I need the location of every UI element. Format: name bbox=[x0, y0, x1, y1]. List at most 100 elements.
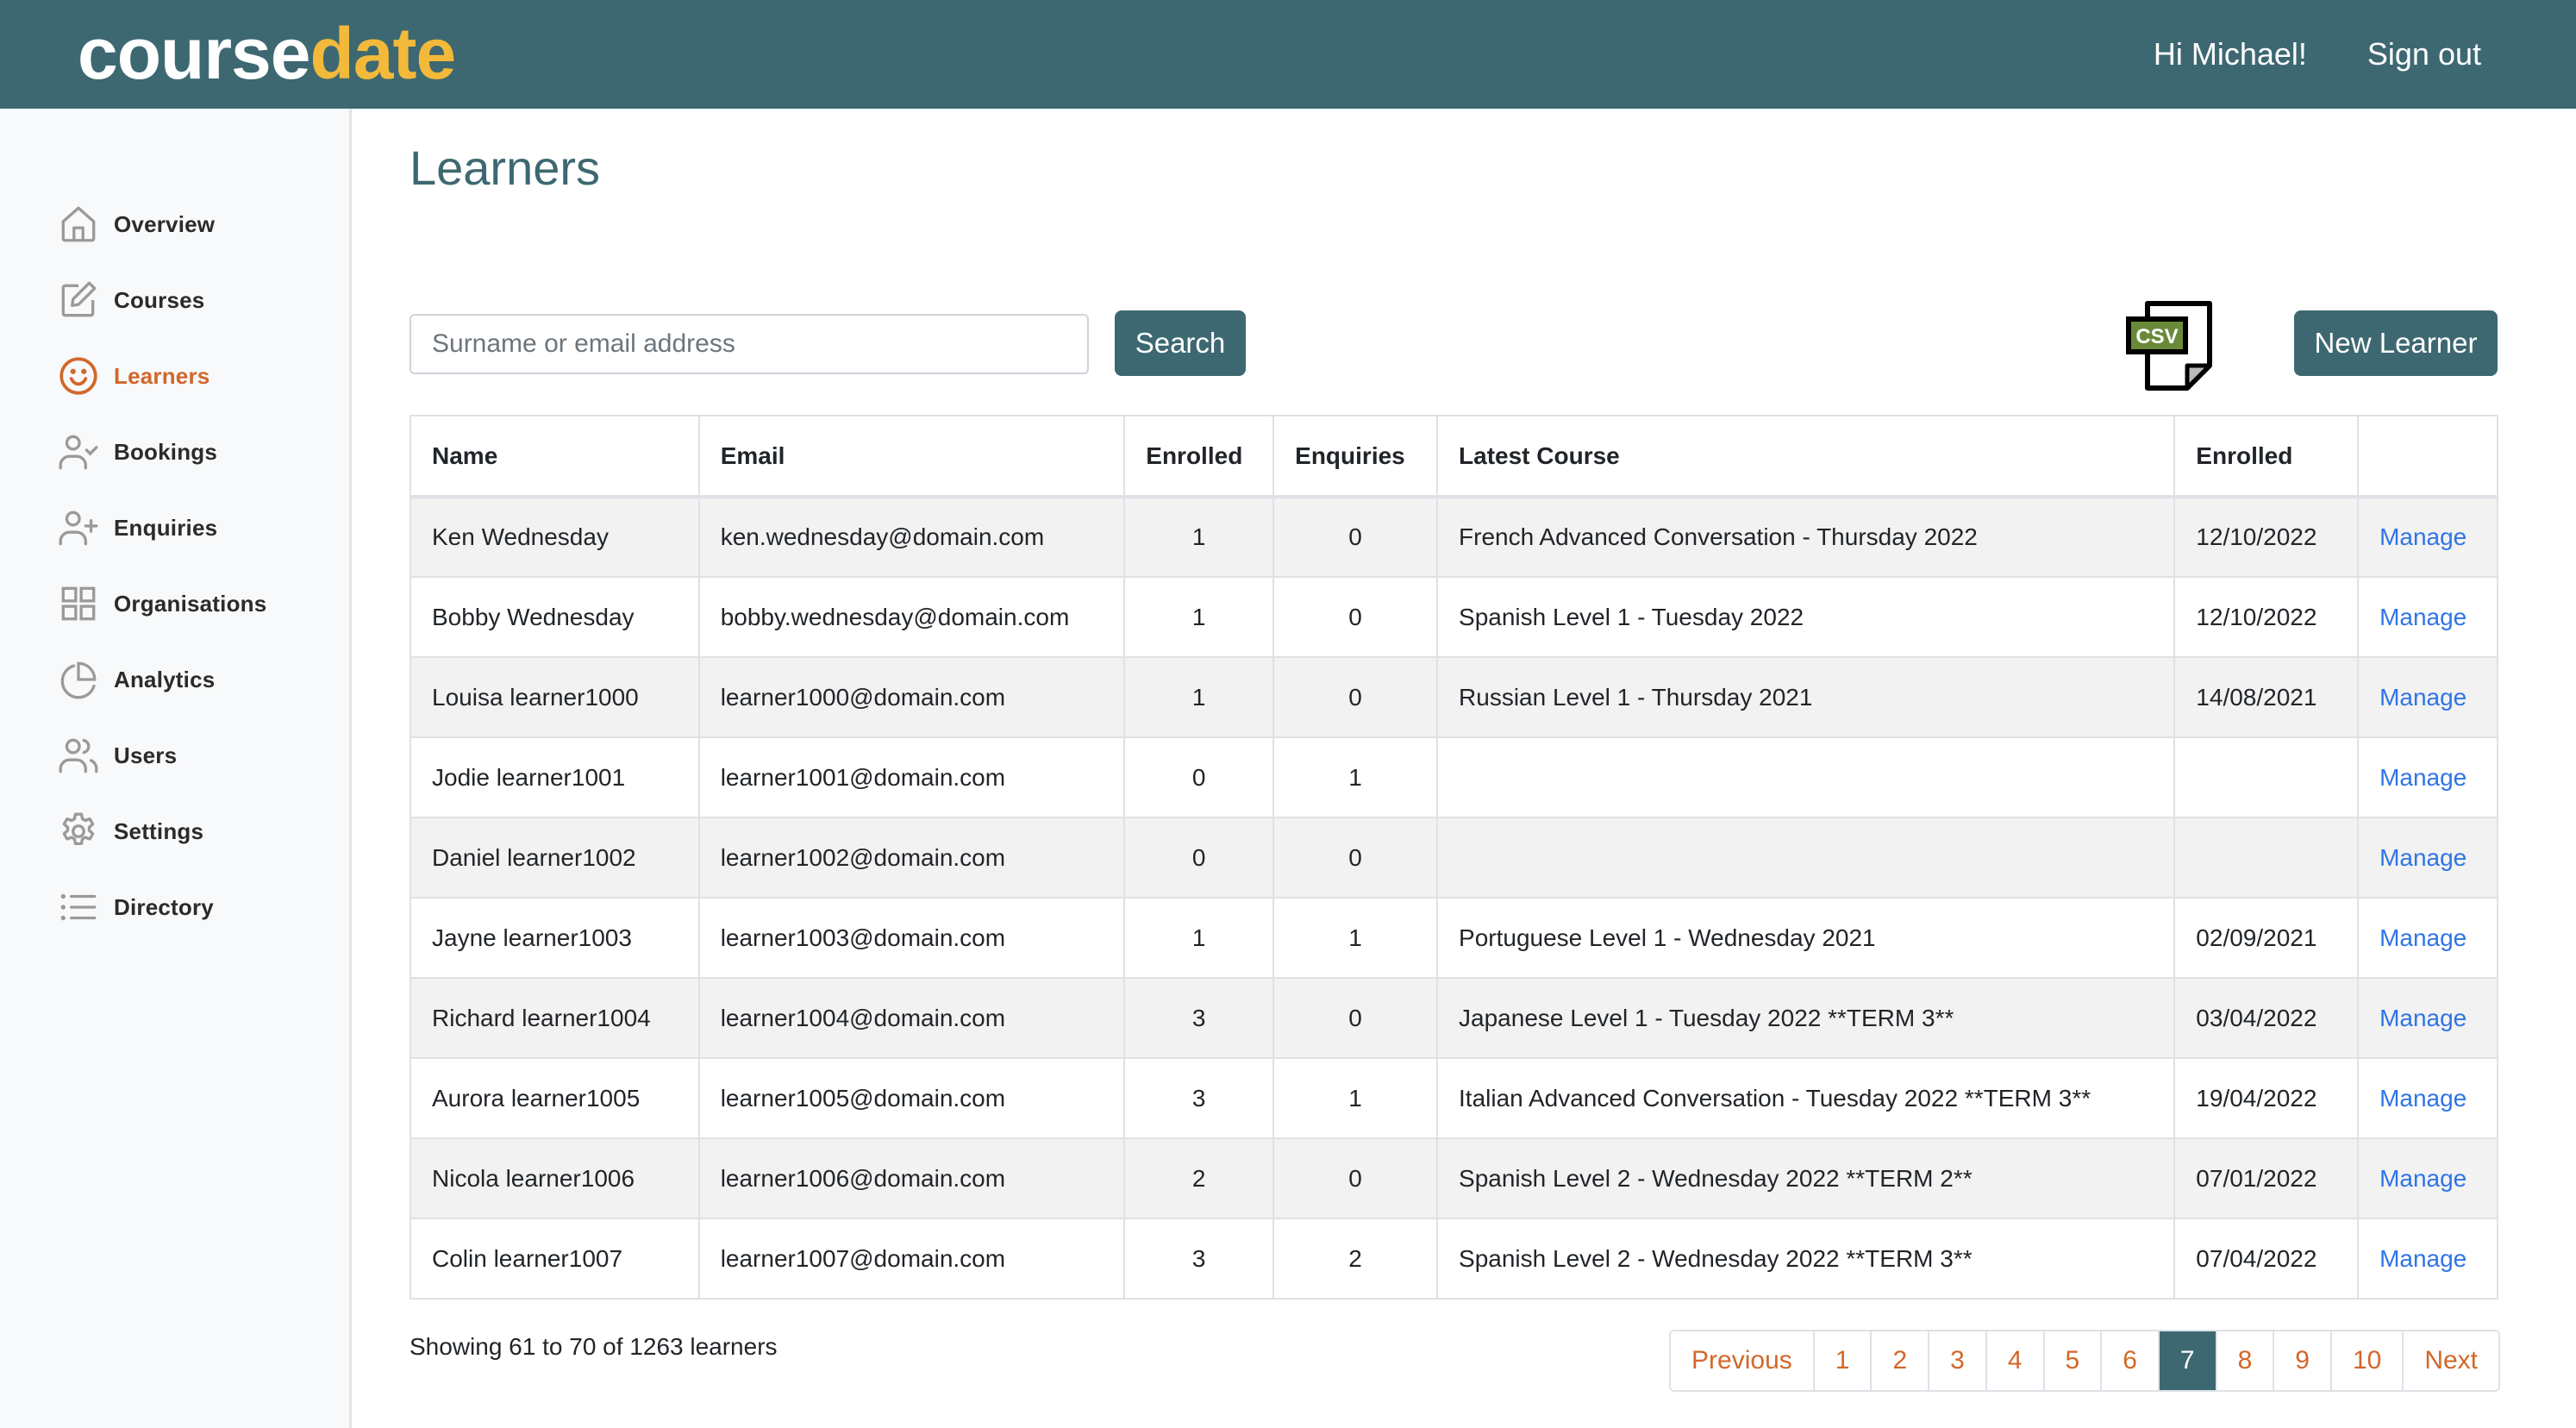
cell-name: Daniel learner1002 bbox=[410, 817, 700, 899]
sidebar-item-enquiries[interactable]: Enquiries bbox=[57, 502, 217, 554]
cell-name: Nicola learner1006 bbox=[410, 1137, 700, 1219]
cell-enrolled-count: 1 bbox=[1123, 656, 1275, 738]
manage-link[interactable]: Manage bbox=[2379, 604, 2467, 630]
user-plus-icon bbox=[57, 506, 100, 549]
column-header-actions bbox=[2357, 415, 2498, 498]
learners-table: Name Email Enrolled Enquiries Latest Cou… bbox=[410, 415, 2498, 1300]
pagination-page-2[interactable]: 2 bbox=[1870, 1331, 1929, 1390]
pagination-page-8[interactable]: 8 bbox=[2215, 1331, 2273, 1390]
cell-enrolled-date: 03/04/2022 bbox=[2173, 977, 2360, 1059]
column-header-email[interactable]: Email bbox=[697, 415, 1126, 498]
pagination-page-3[interactable]: 3 bbox=[1928, 1331, 1985, 1390]
column-header-name[interactable]: Name bbox=[410, 415, 700, 498]
column-header-enquiries[interactable]: Enquiries bbox=[1272, 415, 1439, 498]
manage-link[interactable]: Manage bbox=[2379, 1085, 2467, 1112]
table-row: Jayne learner1003 learner1003@domain.com 1… bbox=[410, 897, 2498, 979]
search-button[interactable]: Search bbox=[1115, 310, 1246, 376]
sidebar-item-users[interactable]: Users bbox=[57, 730, 177, 781]
manage-link[interactable]: Manage bbox=[2379, 764, 2467, 791]
pagination-page-7-current[interactable]: 7 bbox=[2157, 1331, 2216, 1390]
sidebar-item-directory[interactable]: Directory bbox=[57, 881, 214, 933]
cell-enrolled-count: 0 bbox=[1123, 736, 1275, 818]
table-row: Louisa learner1000 learner1000@domain.com… bbox=[410, 656, 2498, 738]
cell-actions: Manage bbox=[2357, 977, 2498, 1059]
page-title: Learners bbox=[410, 141, 601, 195]
manage-link[interactable]: Manage bbox=[2379, 844, 2467, 871]
greeting-link[interactable]: Hi Michael! bbox=[2154, 36, 2307, 72]
csv-file-icon: CSV bbox=[2126, 301, 2212, 391]
manage-link[interactable]: Manage bbox=[2379, 1245, 2467, 1272]
sidebar-item-label: Users bbox=[114, 742, 178, 768]
cell-enquiries-count: 1 bbox=[1272, 1057, 1439, 1139]
results-count: Showing 61 to 70 of 1263 learners bbox=[410, 1333, 778, 1360]
cell-latest-course: Japanese Level 1 - Tuesday 2022 **TERM 3… bbox=[1436, 977, 2176, 1059]
sidebar-item-settings[interactable]: Settings bbox=[57, 805, 203, 857]
cell-enrolled-count: 3 bbox=[1123, 1057, 1275, 1139]
brand-logo-date: date bbox=[309, 13, 456, 94]
cell-enrolled-date: 07/01/2022 bbox=[2173, 1137, 2360, 1219]
pagination-page-10[interactable]: 10 bbox=[2329, 1331, 2403, 1390]
table-header-row: Name Email Enrolled Enquiries Latest Cou… bbox=[410, 415, 2498, 498]
cell-email: bobby.wednesday@domain.com bbox=[697, 576, 1126, 658]
cell-enrolled-date: 19/04/2022 bbox=[2173, 1057, 2360, 1139]
csv-export-button[interactable]: CSV bbox=[2123, 298, 2218, 393]
gear-icon bbox=[57, 810, 100, 853]
sidebar-item-overview[interactable]: Overview bbox=[57, 198, 215, 250]
cell-actions: Manage bbox=[2357, 1218, 2498, 1300]
manage-link[interactable]: Manage bbox=[2379, 924, 2467, 951]
cell-latest-course bbox=[1436, 736, 2176, 818]
column-header-enrolled[interactable]: Enrolled bbox=[1123, 415, 1275, 498]
sidebar-item-learners[interactable]: Learners bbox=[57, 350, 209, 402]
cell-enquiries-count: 0 bbox=[1272, 1137, 1439, 1219]
list-icon bbox=[57, 886, 100, 929]
cell-enrolled-date: 12/10/2022 bbox=[2173, 576, 2360, 658]
cell-enrolled-date bbox=[2173, 817, 2360, 899]
sidebar-item-label: Organisations bbox=[114, 590, 267, 617]
pagination-page-6[interactable]: 6 bbox=[2100, 1331, 2158, 1390]
csv-label: CSV bbox=[2135, 325, 2178, 348]
table-row: Nicola learner1006 learner1006@domain.com… bbox=[410, 1137, 2498, 1219]
manage-link[interactable]: Manage bbox=[2379, 1165, 2467, 1192]
sidebar-item-analytics[interactable]: Analytics bbox=[57, 654, 215, 705]
column-header-enrolled-date[interactable]: Enrolled bbox=[2173, 415, 2360, 498]
pagination-page-1[interactable]: 1 bbox=[1812, 1331, 1871, 1390]
manage-link[interactable]: Manage bbox=[2379, 523, 2467, 550]
cell-actions: Manage bbox=[2357, 576, 2498, 658]
cell-email: learner1001@domain.com bbox=[697, 736, 1126, 818]
pagination-next[interactable]: Next bbox=[2402, 1331, 2498, 1390]
cell-latest-course: Spanish Level 2 - Wednesday 2022 **TERM … bbox=[1436, 1137, 2176, 1219]
cell-enrolled-count: 1 bbox=[1123, 496, 1275, 578]
sidebar-item-courses[interactable]: Courses bbox=[57, 274, 204, 326]
pagination-previous[interactable]: Previous bbox=[1671, 1331, 1813, 1390]
sidebar-item-bookings[interactable]: Bookings bbox=[57, 426, 217, 478]
pagination-page-5[interactable]: 5 bbox=[2042, 1331, 2101, 1390]
sign-out-link[interactable]: Sign out bbox=[2367, 36, 2481, 72]
pagination: Previous 1 2 3 4 5 6 7 8 9 10 Next bbox=[1669, 1330, 2500, 1392]
cell-email: learner1003@domain.com bbox=[697, 897, 1126, 979]
cell-enrolled-count: 2 bbox=[1123, 1137, 1275, 1219]
top-bar: coursedate Hi Michael! Sign out bbox=[0, 0, 2576, 109]
sidebar-item-label: Enquiries bbox=[114, 514, 218, 541]
table-row: Jodie learner1001 learner1001@domain.com 0… bbox=[410, 736, 2498, 818]
table-row: Bobby Wednesday bobby.wednesday@domain.co… bbox=[410, 576, 2498, 658]
table-row: Ken Wednesday ken.wednesday@domain.com 1 0 F… bbox=[410, 496, 2498, 578]
pagination-page-4[interactable]: 4 bbox=[1985, 1331, 2043, 1390]
search-input[interactable] bbox=[410, 314, 1089, 374]
new-learner-button[interactable]: New Learner bbox=[2294, 310, 2498, 376]
cell-enrolled-count: 0 bbox=[1123, 817, 1275, 899]
pagination-page-9[interactable]: 9 bbox=[2273, 1331, 2330, 1390]
brand-logo[interactable]: coursedate bbox=[78, 9, 456, 98]
manage-link[interactable]: Manage bbox=[2379, 1005, 2467, 1031]
cell-enquiries-count: 1 bbox=[1272, 736, 1439, 818]
sidebar-item-organisations[interactable]: Organisations bbox=[57, 578, 266, 629]
cell-actions: Manage bbox=[2357, 736, 2498, 818]
cell-enquiries-count: 0 bbox=[1272, 496, 1439, 578]
cell-name: Jayne learner1003 bbox=[410, 897, 700, 979]
column-header-latest-course[interactable]: Latest Course bbox=[1436, 415, 2176, 498]
table-row: Aurora learner1005 learner1005@domain.com… bbox=[410, 1057, 2498, 1139]
cell-actions: Manage bbox=[2357, 897, 2498, 979]
cell-enrolled-date: 07/04/2022 bbox=[2173, 1218, 2360, 1300]
cell-name: Colin learner1007 bbox=[410, 1218, 700, 1300]
grid-icon bbox=[57, 582, 100, 625]
manage-link[interactable]: Manage bbox=[2379, 684, 2467, 711]
